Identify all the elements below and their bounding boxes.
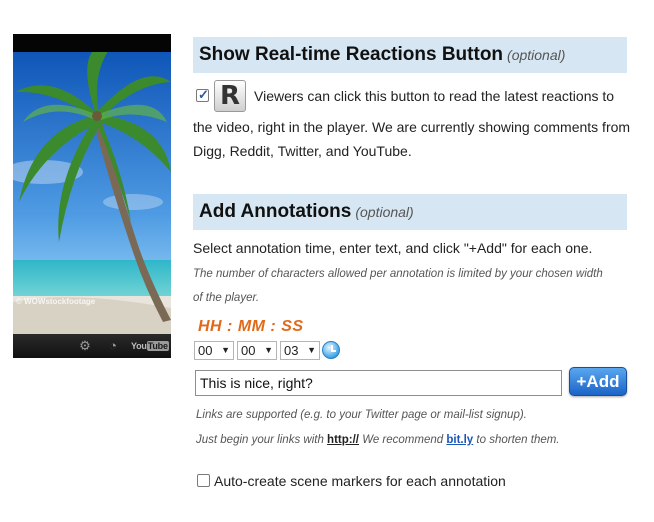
http-prefix: http:// — [327, 434, 359, 446]
youtube-logo[interactable]: YouTube — [131, 339, 169, 353]
reactions-r-icon: R — [219, 81, 241, 111]
hours-select[interactable]: 00 ▼ — [194, 341, 234, 360]
reactions-description-line2: the video, right in the player. We are c… — [193, 119, 631, 135]
annotations-limit-note-line2: of the player. — [193, 292, 260, 304]
links-recommend-text: We recommend — [362, 434, 444, 446]
annotations-limit-note-line1: The number of characters allowed per ann… — [193, 268, 603, 280]
annotations-section-header: Add Annotations (optional) — [193, 194, 627, 230]
hours-value: 00 — [198, 343, 213, 358]
clock-hand-minute — [331, 350, 336, 352]
time-format-label: HH : MM : SS — [198, 318, 304, 335]
clock-icon[interactable]: ◔ — [105, 338, 121, 354]
annotation-text-input[interactable] — [195, 370, 562, 396]
annotations-title: Add Annotations — [199, 201, 352, 222]
add-annotation-button[interactable]: +Add — [569, 367, 627, 396]
seconds-value: 03 — [284, 343, 299, 358]
reactions-title: Show Real-time Reactions Button — [199, 44, 504, 65]
current-time-clock-icon[interactable] — [322, 341, 340, 359]
reactions-description-line3: Digg, Reddit, Twitter, and YouTube. — [193, 143, 412, 159]
bitly-link[interactable]: bit.ly — [446, 434, 473, 446]
reactions-button-preview: R — [214, 80, 246, 112]
minutes-select[interactable]: 00 ▼ — [237, 341, 277, 360]
gear-icon[interactable]: ⚙ — [77, 338, 93, 354]
reactions-section-header: Show Real-time Reactions Button (optional… — [193, 37, 627, 73]
reactions-checkbox[interactable]: ✓ — [196, 87, 209, 102]
auto-markers-checkbox[interactable] — [197, 474, 210, 487]
links-instructions: Just begin your links with http:// We re… — [196, 432, 560, 448]
chevron-down-icon: ▼ — [307, 345, 316, 355]
links-begin-text: Just begin your links with — [196, 434, 324, 446]
seconds-select[interactable]: 03 ▼ — [280, 341, 320, 360]
annotations-optional-label: (optional) — [355, 204, 414, 220]
chevron-down-icon: ▼ — [264, 345, 273, 355]
auto-markers-label[interactable]: Auto-create scene markers for each annot… — [214, 471, 506, 491]
links-supported-note: Links are supported (e.g. to your Twitte… — [196, 409, 527, 421]
youtube-logo-you: You — [131, 341, 147, 351]
minutes-value: 00 — [241, 343, 256, 358]
check-icon: ✓ — [198, 87, 209, 102]
reactions-description-line1: Viewers can click this button to read th… — [254, 88, 615, 104]
annotations-instruction: Select annotation time, enter text, and … — [193, 240, 593, 256]
video-player[interactable]: © WOWstockfootage — [13, 34, 171, 358]
player-control-bar: ⚙ ◔ YouTube — [13, 334, 171, 358]
reactions-optional-label: (optional) — [507, 47, 566, 63]
player-top-bar — [13, 34, 171, 52]
youtube-logo-tube: Tube — [146, 341, 169, 351]
video-watermark: © WOWstockfootage — [16, 297, 96, 306]
links-end-text: to shorten them. — [476, 434, 560, 446]
chevron-down-icon: ▼ — [221, 345, 230, 355]
